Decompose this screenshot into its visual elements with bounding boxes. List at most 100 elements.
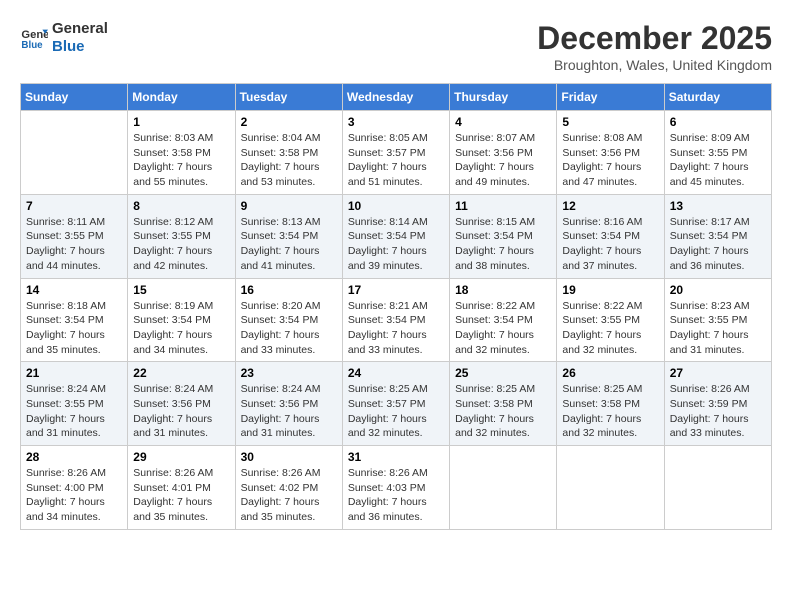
week-row-4: 21 Sunrise: 8:24 AM Sunset: 3:55 PM Dayli…	[21, 362, 772, 446]
day-info: Sunrise: 8:25 AM Sunset: 3:58 PM Dayligh…	[562, 382, 658, 441]
week-row-1: 1Sunrise: 8:03 AM Sunset: 3:58 PM Daylig…	[21, 111, 772, 195]
day-number: 26	[562, 366, 658, 380]
day-info: Sunrise: 8:03 AM Sunset: 3:58 PM Dayligh…	[133, 131, 229, 190]
day-info: Sunrise: 8:04 AM Sunset: 3:58 PM Dayligh…	[241, 131, 337, 190]
day-number: 25	[455, 366, 551, 380]
calendar-cell: 30Sunrise: 8:26 AM Sunset: 4:02 PM Dayli…	[235, 446, 342, 530]
day-info: Sunrise: 8:25 AM Sunset: 3:57 PM Dayligh…	[348, 382, 444, 441]
calendar-cell: 18 Sunrise: 8:22 AM Sunset: 3:54 PM Dayli…	[450, 278, 557, 362]
calendar-cell: 20Sunrise: 8:23 AM Sunset: 3:55 PM Dayli…	[664, 278, 771, 362]
calendar-cell: 23 Sunrise: 8:24 AM Sunset: 3:56 PM Dayli…	[235, 362, 342, 446]
day-info: Sunrise: 8:26 AM Sunset: 4:01 PM Dayligh…	[133, 466, 229, 525]
calendar-cell: 15Sunrise: 8:19 AM Sunset: 3:54 PM Dayli…	[128, 278, 235, 362]
calendar-cell: 8 Sunrise: 8:12 AM Sunset: 3:55 PM Daylig…	[128, 194, 235, 278]
calendar-cell: 19 Sunrise: 8:22 AM Sunset: 3:55 PM Dayli…	[557, 278, 664, 362]
calendar-cell: 10Sunrise: 8:14 AM Sunset: 3:54 PM Dayli…	[342, 194, 449, 278]
calendar-cell: 6 Sunrise: 8:09 AM Sunset: 3:55 PM Daylig…	[664, 111, 771, 195]
header-day-wednesday: Wednesday	[342, 84, 449, 111]
day-number: 4	[455, 115, 551, 129]
calendar-cell: 31 Sunrise: 8:26 AM Sunset: 4:03 PM Dayli…	[342, 446, 449, 530]
day-number: 19	[562, 283, 658, 297]
week-row-5: 28 Sunrise: 8:26 AM Sunset: 4:00 PM Dayli…	[21, 446, 772, 530]
calendar-cell: 21 Sunrise: 8:24 AM Sunset: 3:55 PM Dayli…	[21, 362, 128, 446]
day-number: 8	[133, 199, 229, 213]
day-number: 7	[26, 199, 122, 213]
day-number: 18	[455, 283, 551, 297]
day-info: Sunrise: 8:24 AM Sunset: 3:56 PM Dayligh…	[241, 382, 337, 441]
calendar-header-row: SundayMondayTuesdayWednesdayThursdayFrid…	[21, 84, 772, 111]
day-info: Sunrise: 8:13 AM Sunset: 3:54 PM Dayligh…	[241, 215, 337, 274]
day-info: Sunrise: 8:08 AM Sunset: 3:56 PM Dayligh…	[562, 131, 658, 190]
day-info: Sunrise: 8:24 AM Sunset: 3:55 PM Dayligh…	[26, 382, 122, 441]
day-info: Sunrise: 8:16 AM Sunset: 3:54 PM Dayligh…	[562, 215, 658, 274]
logo-icon: General Blue	[20, 24, 48, 52]
day-number: 28	[26, 450, 122, 464]
header-day-monday: Monday	[128, 84, 235, 111]
day-number: 6	[670, 115, 766, 129]
day-number: 5	[562, 115, 658, 129]
header-day-friday: Friday	[557, 84, 664, 111]
calendar-cell: 28 Sunrise: 8:26 AM Sunset: 4:00 PM Dayli…	[21, 446, 128, 530]
calendar-cell	[557, 446, 664, 530]
day-info: Sunrise: 8:09 AM Sunset: 3:55 PM Dayligh…	[670, 131, 766, 190]
calendar-cell: 3 Sunrise: 8:05 AM Sunset: 3:57 PM Daylig…	[342, 111, 449, 195]
week-row-3: 14 Sunrise: 8:18 AM Sunset: 3:54 PM Dayli…	[21, 278, 772, 362]
day-number: 11	[455, 199, 551, 213]
calendar-cell: 5 Sunrise: 8:08 AM Sunset: 3:56 PM Daylig…	[557, 111, 664, 195]
day-info: Sunrise: 8:23 AM Sunset: 3:55 PM Dayligh…	[670, 299, 766, 358]
day-info: Sunrise: 8:26 AM Sunset: 4:03 PM Dayligh…	[348, 466, 444, 525]
calendar-cell: 4 Sunrise: 8:07 AM Sunset: 3:56 PM Daylig…	[450, 111, 557, 195]
logo: General Blue General Blue	[20, 20, 108, 56]
day-info: Sunrise: 8:05 AM Sunset: 3:57 PM Dayligh…	[348, 131, 444, 190]
day-number: 13	[670, 199, 766, 213]
header-day-tuesday: Tuesday	[235, 84, 342, 111]
svg-text:Blue: Blue	[21, 40, 43, 51]
calendar-cell: 16 Sunrise: 8:20 AM Sunset: 3:54 PM Dayli…	[235, 278, 342, 362]
calendar-cell: 9Sunrise: 8:13 AM Sunset: 3:54 PM Daylig…	[235, 194, 342, 278]
day-info: Sunrise: 8:22 AM Sunset: 3:55 PM Dayligh…	[562, 299, 658, 358]
day-number: 16	[241, 283, 337, 297]
calendar-cell: 11 Sunrise: 8:15 AM Sunset: 3:54 PM Dayli…	[450, 194, 557, 278]
day-info: Sunrise: 8:21 AM Sunset: 3:54 PM Dayligh…	[348, 299, 444, 358]
day-info: Sunrise: 8:18 AM Sunset: 3:54 PM Dayligh…	[26, 299, 122, 358]
day-info: Sunrise: 8:22 AM Sunset: 3:54 PM Dayligh…	[455, 299, 551, 358]
header-day-sunday: Sunday	[21, 84, 128, 111]
day-number: 30	[241, 450, 337, 464]
day-info: Sunrise: 8:11 AM Sunset: 3:55 PM Dayligh…	[26, 215, 122, 274]
calendar-table: SundayMondayTuesdayWednesdayThursdayFrid…	[20, 83, 772, 530]
day-info: Sunrise: 8:26 AM Sunset: 3:59 PM Dayligh…	[670, 382, 766, 441]
day-info: Sunrise: 8:25 AM Sunset: 3:58 PM Dayligh…	[455, 382, 551, 441]
day-info: Sunrise: 8:15 AM Sunset: 3:54 PM Dayligh…	[455, 215, 551, 274]
calendar-cell: 13Sunrise: 8:17 AM Sunset: 3:54 PM Dayli…	[664, 194, 771, 278]
day-number: 14	[26, 283, 122, 297]
calendar-cell: 12Sunrise: 8:16 AM Sunset: 3:54 PM Dayli…	[557, 194, 664, 278]
day-info: Sunrise: 8:12 AM Sunset: 3:55 PM Dayligh…	[133, 215, 229, 274]
week-row-2: 7 Sunrise: 8:11 AM Sunset: 3:55 PM Daylig…	[21, 194, 772, 278]
calendar-cell: 25 Sunrise: 8:25 AM Sunset: 3:58 PM Dayli…	[450, 362, 557, 446]
day-info: Sunrise: 8:19 AM Sunset: 3:54 PM Dayligh…	[133, 299, 229, 358]
header-day-thursday: Thursday	[450, 84, 557, 111]
calendar-cell: 1Sunrise: 8:03 AM Sunset: 3:58 PM Daylig…	[128, 111, 235, 195]
calendar-cell: 22Sunrise: 8:24 AM Sunset: 3:56 PM Dayli…	[128, 362, 235, 446]
calendar-body: 1Sunrise: 8:03 AM Sunset: 3:58 PM Daylig…	[21, 111, 772, 530]
day-number: 22	[133, 366, 229, 380]
day-number: 27	[670, 366, 766, 380]
calendar-cell	[21, 111, 128, 195]
calendar-cell	[664, 446, 771, 530]
page-header: General Blue General Blue December 2025 …	[20, 20, 772, 73]
day-number: 17	[348, 283, 444, 297]
day-number: 10	[348, 199, 444, 213]
day-number: 3	[348, 115, 444, 129]
day-number: 23	[241, 366, 337, 380]
location-subtitle: Broughton, Wales, United Kingdom	[537, 57, 772, 73]
day-number: 31	[348, 450, 444, 464]
day-number: 21	[26, 366, 122, 380]
calendar-cell: 29 Sunrise: 8:26 AM Sunset: 4:01 PM Dayli…	[128, 446, 235, 530]
day-info: Sunrise: 8:07 AM Sunset: 3:56 PM Dayligh…	[455, 131, 551, 190]
day-info: Sunrise: 8:26 AM Sunset: 4:00 PM Dayligh…	[26, 466, 122, 525]
day-number: 24	[348, 366, 444, 380]
header-day-saturday: Saturday	[664, 84, 771, 111]
day-number: 29	[133, 450, 229, 464]
day-info: Sunrise: 8:20 AM Sunset: 3:54 PM Dayligh…	[241, 299, 337, 358]
title-block: December 2025 Broughton, Wales, United K…	[537, 20, 772, 73]
